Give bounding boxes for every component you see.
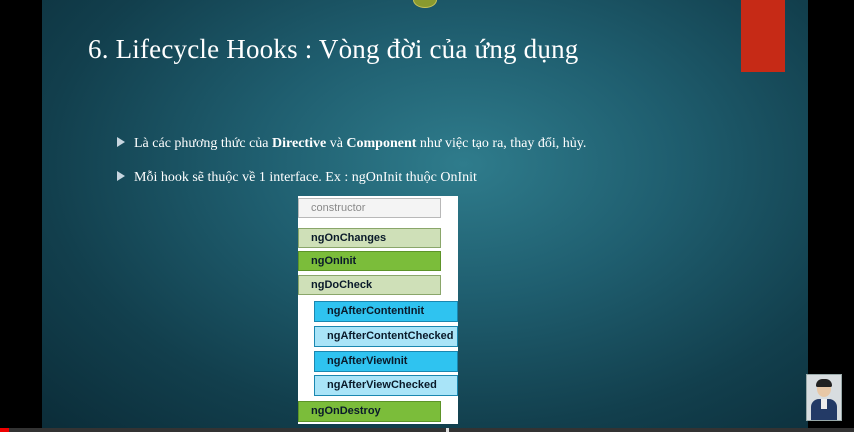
hook-ngonchanges: ngOnChanges [298,228,441,248]
letterbox-right [808,0,854,432]
presenter-collar [821,399,827,409]
hook-ngaftercontentinit: ngAfterContentInit [314,301,458,322]
video-progress-bar[interactable] [0,428,854,432]
hook-ngondestroy: ngOnDestroy [298,401,441,422]
bullet-2-text: Mỗi hook sẽ thuộc về 1 interface. Ex : n… [134,170,477,185]
presentation-slide: 6. Lifecycle Hooks : Vòng đời của ứng dụ… [42,0,808,432]
bullet-1-bold-component: Component [346,136,417,151]
bullet-1-prefix: Là các phương thức của [134,136,273,151]
hook-ngoninit: ngOnInit [298,251,441,271]
decorative-circle [413,0,437,8]
letterbox-left [0,0,42,432]
lifecycle-diagram: constructor ngOnChanges ngOnInit ngDoChe… [298,196,458,424]
hook-ngaftercontentchecked: ngAfterContentChecked [314,326,458,347]
presenter-hair [816,379,832,387]
bullet-directive-component: Là các phương thức của Directive và Comp… [117,136,586,152]
hook-ngdocheck: ngDoCheck [298,275,441,295]
video-progress-fill [0,428,9,432]
bullet-arrow-icon [117,137,125,147]
bullet-hook-interface: Mỗi hook sẽ thuộc về 1 interface. Ex : n… [117,170,477,186]
hook-ngafterviewchecked: ngAfterViewChecked [314,375,458,396]
webcam-overlay [806,374,842,421]
bullet-1-suffix: như việc tạo ra, thay đổi, hủy. [416,136,587,151]
chapter-marker [446,428,449,432]
bullet-1-mid: và [326,136,347,151]
hook-constructor: constructor [298,198,441,218]
slide-title: 6. Lifecycle Hooks : Vòng đời của ứng dụ… [88,34,579,64]
red-accent-bar [741,0,785,72]
bullet-arrow-icon [117,171,125,181]
hook-ngafterviewinit: ngAfterViewInit [314,351,458,372]
bullet-1-bold-directive: Directive [272,136,327,151]
